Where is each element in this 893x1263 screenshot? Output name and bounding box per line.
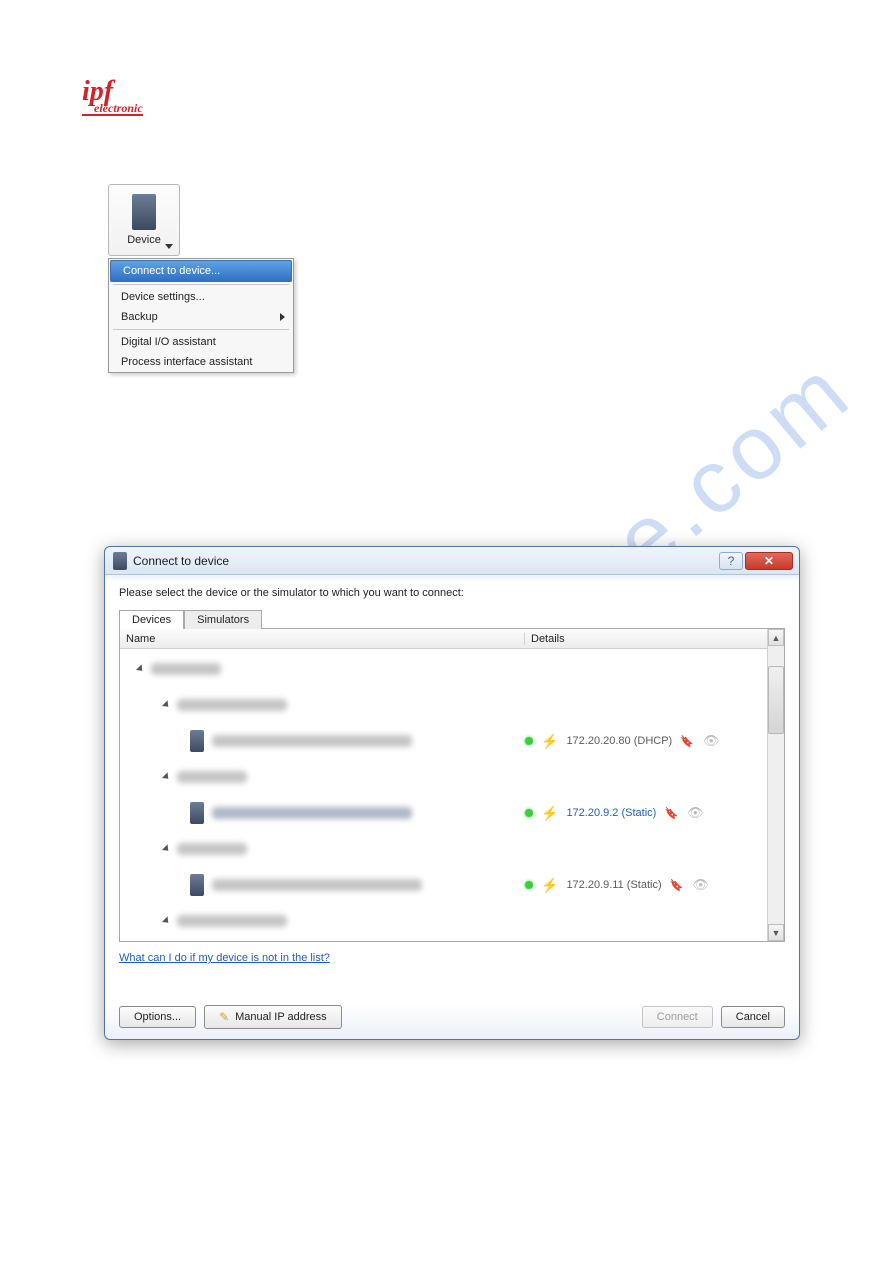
submenu-arrow-icon (280, 313, 285, 321)
device-menu: Connect to device... Device settings... … (108, 258, 294, 373)
device-ip: 172.20.20.80 (DHCP) (566, 735, 672, 747)
options-button[interactable]: Options... (119, 1006, 196, 1028)
tree-subgroup[interactable] (120, 903, 767, 939)
scrollbar[interactable]: ▲ ▼ (767, 629, 784, 941)
blurred-label (177, 771, 247, 783)
dialog-prompt: Please select the device or the simulato… (119, 587, 785, 599)
eye-icon[interactable]: 👁 (686, 805, 704, 821)
server-icon (190, 730, 204, 752)
blurred-label (212, 735, 412, 747)
blurred-label (177, 915, 287, 927)
menu-item-settings[interactable]: Device settings... (109, 287, 293, 307)
expand-icon (162, 700, 171, 709)
server-icon (190, 874, 204, 896)
scroll-up-icon[interactable]: ▲ (768, 629, 784, 646)
menu-separator (113, 284, 289, 285)
device-row[interactable]: ⚡ 172.20.9.2 (Static) 🔖 👁 (120, 795, 767, 831)
eye-icon[interactable]: 👁 (702, 733, 720, 749)
brand-logo: ipf electronic (82, 78, 143, 116)
expand-icon (162, 916, 171, 925)
help-link[interactable]: What can I do if my device is not in the… (119, 952, 330, 964)
menu-item-connect[interactable]: Connect to device... (110, 260, 292, 282)
manual-ip-button[interactable]: ✎ Manual IP address (204, 1005, 342, 1029)
tab-devices[interactable]: Devices (119, 610, 184, 629)
menu-separator (113, 329, 289, 330)
device-button-label: Device (127, 234, 161, 246)
scroll-down-icon[interactable]: ▼ (768, 924, 784, 941)
status-led-icon (525, 809, 533, 817)
manual-ip-label: Manual IP address (235, 1011, 327, 1023)
blurred-label (212, 879, 422, 891)
plug-icon: ⚡ (541, 805, 558, 822)
menu-item-process-interface[interactable]: Process interface assistant (109, 352, 293, 372)
device-row[interactable]: ⚡ 172.20.9.11 (Static) 🔖 👁 (120, 867, 767, 903)
tree-subgroup[interactable] (120, 687, 767, 723)
blurred-label (151, 663, 221, 675)
dialog-tabs: Devices Simulators (119, 609, 785, 628)
expand-icon (162, 844, 171, 853)
server-icon (132, 194, 156, 230)
cancel-button[interactable]: Cancel (721, 1006, 785, 1028)
dialog-title: Connect to device (133, 554, 229, 568)
blurred-label (177, 699, 287, 711)
close-button[interactable]: ✕ (745, 552, 793, 570)
col-name[interactable]: Name (120, 633, 525, 645)
dialog-button-row: Options... ✎ Manual IP address Connect C… (119, 991, 785, 1029)
device-row[interactable]: ⚡ 172.20.20.80 (DHCP) 🔖 👁 (120, 723, 767, 759)
bookmark-icon[interactable]: 🔖 (670, 879, 684, 892)
expand-icon (136, 664, 145, 673)
chevron-down-icon (165, 244, 173, 249)
connect-dialog: Connect to device ? ✕ Please select the … (104, 546, 800, 1040)
dialog-titlebar[interactable]: Connect to device ? ✕ (105, 547, 799, 575)
bookmark-icon[interactable]: 🔖 (664, 807, 678, 820)
tree-group[interactable] (120, 651, 767, 687)
help-link-row: What can I do if my device is not in the… (119, 952, 785, 964)
plug-icon: ⚡ (541, 733, 558, 750)
device-grid: Name Details (119, 628, 785, 942)
expand-icon (162, 772, 171, 781)
status-led-icon (525, 881, 533, 889)
scroll-thumb[interactable] (768, 666, 784, 734)
tree-subgroup[interactable] (120, 759, 767, 795)
eye-icon[interactable]: 👁 (692, 877, 710, 893)
blurred-label (177, 843, 247, 855)
pencil-icon: ✎ (219, 1010, 229, 1024)
connect-button[interactable]: Connect (642, 1006, 713, 1028)
logo-sub: electronic (94, 102, 143, 114)
server-icon (190, 802, 204, 824)
device-ip: 172.20.9.2 (Static) (566, 807, 656, 819)
menu-item-backup[interactable]: Backup (109, 307, 293, 327)
help-button[interactable]: ? (719, 552, 743, 570)
device-ip: 172.20.9.11 (Static) (566, 879, 661, 891)
device-button[interactable]: Device (108, 184, 180, 256)
blurred-label (212, 807, 412, 819)
tree-subgroup[interactable] (120, 831, 767, 867)
status-led-icon (525, 737, 533, 745)
tab-simulators[interactable]: Simulators (184, 610, 262, 629)
grid-header: Name Details (120, 629, 767, 649)
plug-icon: ⚡ (541, 877, 558, 894)
server-icon (113, 552, 127, 570)
menu-item-backup-label: Backup (121, 311, 158, 323)
bookmark-icon[interactable]: 🔖 (680, 735, 694, 748)
menu-item-digital-io[interactable]: Digital I/O assistant (109, 332, 293, 352)
col-details[interactable]: Details (525, 633, 767, 645)
